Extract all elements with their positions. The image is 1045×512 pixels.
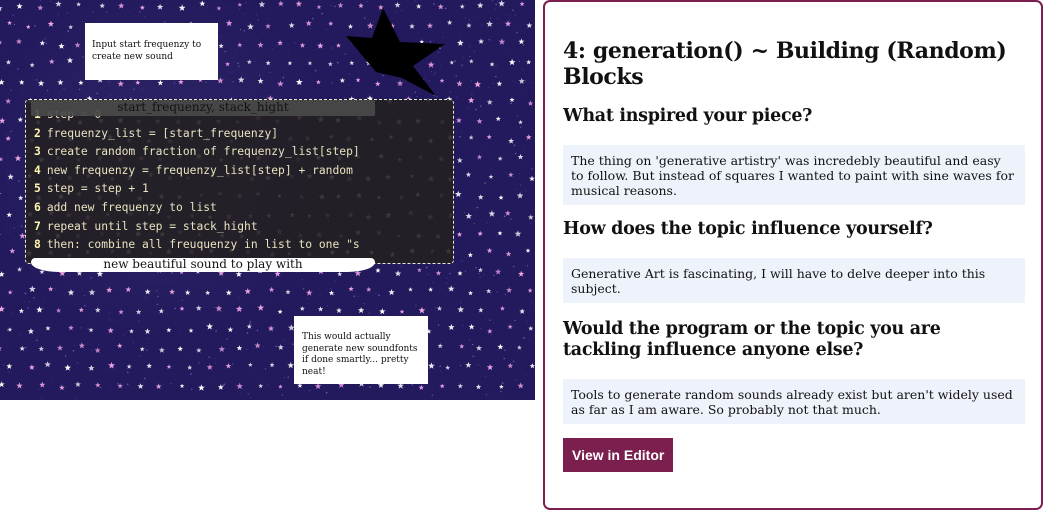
code-label-top: start_frequenzy, stack_hight bbox=[31, 100, 375, 116]
answer-influence-others: Tools to generate random sounds already … bbox=[563, 379, 1025, 424]
answer-inspiration: The thing on 'generative artistry' was i… bbox=[563, 145, 1025, 205]
line-number: 5 bbox=[34, 182, 41, 196]
code-label-bottom: new beautiful sound to play with bbox=[103, 257, 303, 271]
code-line: 6 add new frequenzy to list bbox=[34, 199, 453, 218]
code-line: 8 then: combine all freuquenzy in list to… bbox=[34, 236, 453, 255]
code-line: 7 repeat until step = stack_hight bbox=[34, 218, 453, 237]
page-title: 4: generation() ~ Building (Random) Bloc… bbox=[563, 38, 1007, 90]
question-influence-self: How does the topic influence yourself? bbox=[563, 219, 933, 239]
code-text: then: combine all freuquenzy in list to … bbox=[46, 238, 360, 252]
line-number: 7 bbox=[34, 219, 41, 233]
question-influence-others: Would the program or the topic you are t… bbox=[563, 319, 941, 360]
code-text: frequenzy_list = [start_frequenzy] bbox=[46, 126, 279, 140]
description-panel: 4: generation() ~ Building (Random) Bloc… bbox=[543, 0, 1043, 510]
line-number: 8 bbox=[34, 238, 41, 252]
code-line: 3 create random fraction of frequenzy_lis… bbox=[34, 143, 453, 162]
code-line: 4 new frequenzy = frequenzy_list[step] + … bbox=[34, 162, 453, 181]
pseudocode-lines: 1step = 02frequenzy_list = [start_freque… bbox=[34, 106, 453, 255]
pseudocode-box: 1step = 02frequenzy_list = [start_freque… bbox=[25, 99, 454, 264]
code-text: step = step + 1 bbox=[46, 182, 149, 196]
code-text: add new frequenzy to list bbox=[46, 200, 217, 214]
view-in-editor-button[interactable]: View in Editor bbox=[563, 438, 674, 472]
line-number: 6 bbox=[34, 200, 41, 214]
note-input-frequency: Input start frequenzy to create new soun… bbox=[85, 23, 218, 80]
code-text: new frequenzy = frequenzy_list[step] + r… bbox=[46, 163, 353, 177]
sketch-canvas[interactable]: Input start frequenzy to create new soun… bbox=[0, 0, 535, 400]
answer-influence-self: Generative Art is fascinating, I will ha… bbox=[563, 258, 1025, 303]
code-text: create random fraction of frequenzy_list… bbox=[46, 145, 360, 159]
code-text: repeat until step = stack_hight bbox=[46, 219, 258, 233]
line-number: 4 bbox=[34, 163, 41, 177]
code-line: 2 frequenzy_list = [start_frequenzy] bbox=[34, 125, 453, 144]
question-inspiration: What inspired your piece? bbox=[563, 106, 813, 126]
note-generate-soundfonts: This would actually generate new soundfo… bbox=[294, 316, 428, 384]
code-line: 5 step = step + 1 bbox=[34, 180, 453, 199]
line-number: 2 bbox=[34, 126, 41, 140]
line-number: 3 bbox=[34, 145, 41, 159]
